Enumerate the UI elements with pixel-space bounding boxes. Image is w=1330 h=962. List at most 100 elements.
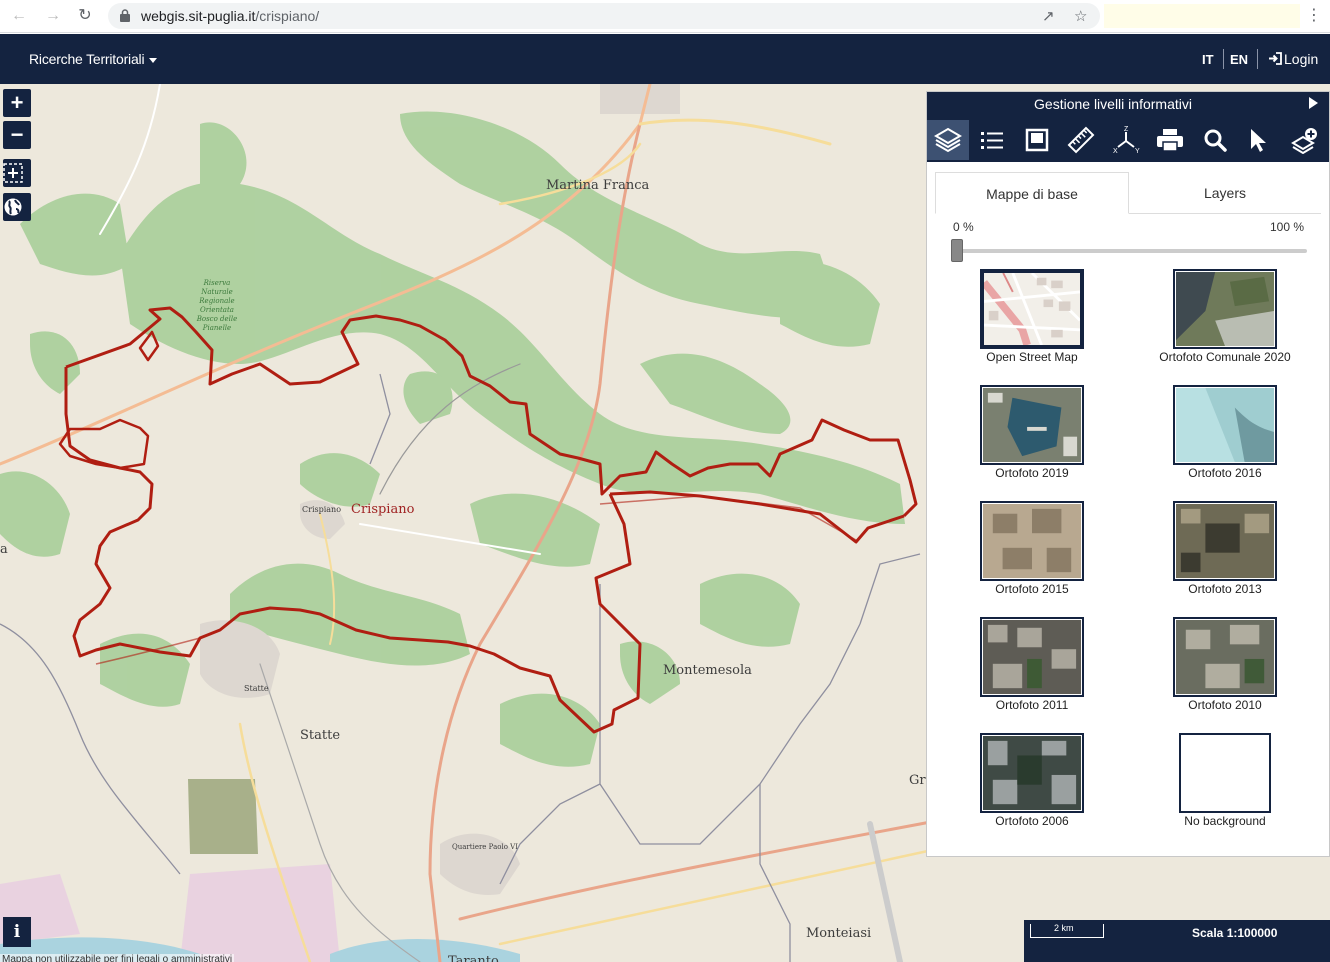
layers-tool-button[interactable] (927, 120, 969, 160)
browser-toolbar: ← → ↻ webgis.sit-puglia.it/crispiano/ ↗ … (0, 0, 1330, 33)
opacity-slider-track[interactable] (951, 249, 1307, 253)
extension-bar (1104, 4, 1300, 28)
svg-text:X: X (1113, 148, 1118, 155)
place-label: Statte (300, 728, 341, 743)
scale-bar-label: 2 km (1054, 923, 1074, 933)
info-button[interactable]: i (3, 917, 31, 947)
lang-it-link[interactable]: IT (1202, 52, 1214, 67)
basemap-option[interactable]: Ortofoto 2010 (1135, 617, 1315, 712)
basemap-thumbnail[interactable] (980, 617, 1084, 697)
basemap-option[interactable]: No background (1135, 733, 1315, 828)
zoom-box-icon (3, 163, 23, 183)
ortho-2016-thumbnail (1176, 388, 1274, 462)
pointer-icon (1251, 129, 1266, 152)
star-icon[interactable]: ☆ (1074, 7, 1087, 25)
opacity-slider-handle[interactable] (951, 239, 963, 262)
coordinates-tool-button[interactable]: Z X Y (1105, 120, 1147, 160)
basemap-thumbnail[interactable] (980, 385, 1084, 465)
place-label: Crispiano (351, 502, 415, 517)
layers-icon (934, 127, 962, 153)
url-text: webgis.sit-puglia.it/crispiano/ (141, 8, 320, 24)
zoom-in-button[interactable]: + (3, 89, 31, 117)
reload-icon[interactable]: ↻ (74, 6, 96, 26)
ortho-2019-thumbnail (983, 388, 1081, 462)
search-tool-button[interactable] (1194, 120, 1236, 160)
panel-tabs: Mappe di base Layers (935, 172, 1321, 214)
app-header: Ricerche Territoriali IT EN Login (0, 34, 1330, 84)
place-label: Gr (909, 773, 926, 788)
basemap-option[interactable]: Ortofoto 2011 (942, 617, 1122, 712)
basemap-label: Ortofoto 2015 (995, 582, 1069, 596)
collapse-panel-icon[interactable] (1309, 97, 1318, 109)
forward-arrow-icon[interactable]: → (42, 6, 64, 26)
zoom-box-button[interactable] (3, 159, 31, 187)
tab-base-maps[interactable]: Mappe di base (935, 172, 1129, 214)
basemap-thumbnail[interactable] (1173, 269, 1277, 349)
map-disclaimer: Mappa non utilizzabile per fini legali o… (0, 954, 235, 962)
axes-icon: Z X Y (1113, 126, 1140, 155)
basemap-thumbnail[interactable] (1173, 385, 1277, 465)
ortho-2006-thumbnail (983, 736, 1081, 810)
svg-text:Z: Z (1124, 126, 1129, 133)
nature-reserve-label: Riserva Naturale Regionale Orientata Bos… (196, 279, 238, 332)
address-bar[interactable]: webgis.sit-puglia.it/crispiano/ ↗ ☆ (108, 3, 1100, 29)
ortho-2020-thumbnail (1176, 272, 1274, 346)
osm-thumbnail (981, 271, 1082, 347)
share-icon[interactable]: ↗ (1042, 7, 1055, 25)
panel-title: Gestione livelli informativi (1034, 96, 1192, 112)
basemap-thumbnail[interactable] (980, 269, 1084, 349)
lock-icon (120, 9, 130, 22)
basemap-thumbnail[interactable] (980, 501, 1084, 581)
ortho-2015-thumbnail (983, 504, 1081, 578)
basemap-option[interactable]: Ortofoto 2019 (942, 385, 1122, 480)
basemap-thumbnail[interactable] (1179, 733, 1271, 813)
add-layer-icon (1291, 128, 1317, 154)
back-arrow-icon[interactable]: ← (8, 6, 30, 26)
basemap-label: Open Street Map (986, 350, 1078, 364)
scale-bar: 2 km Scala 1:100000 (1024, 920, 1330, 962)
tab-layers[interactable]: Layers (1129, 172, 1321, 214)
measure-tool-button[interactable] (1060, 120, 1102, 160)
browser-menu-icon[interactable]: ⋮ (1306, 5, 1322, 25)
basemap-option[interactable]: Ortofoto 2006 (942, 733, 1122, 828)
basemap-label: Ortofoto 2019 (995, 466, 1069, 480)
select-tool-button[interactable] (1237, 120, 1279, 160)
basemap-label: Ortofoto 2006 (995, 814, 1069, 828)
basemap-label: Ortofoto 2011 (995, 698, 1069, 712)
layer-management-panel: Gestione livelli informativi Z X Y Mappe… (926, 91, 1330, 857)
basemap-label: Ortofoto 2016 (1188, 466, 1262, 480)
basemap-thumbnail[interactable] (1173, 617, 1277, 697)
frame-icon (1025, 128, 1049, 152)
frame-tool-button[interactable] (1016, 120, 1058, 160)
globe-icon (4, 198, 22, 216)
opacity-min-label: 0 % (953, 220, 974, 234)
basemap-option[interactable]: Ortofoto 2015 (942, 501, 1122, 596)
basemap-thumbnail[interactable] (980, 733, 1084, 813)
search-menu-dropdown[interactable]: Ricerche Territoriali (29, 51, 158, 67)
basemap-option[interactable]: Ortofoto Comunale 2020 (1135, 269, 1315, 364)
ortho-2010-thumbnail (1176, 620, 1274, 694)
print-tool-button[interactable] (1149, 120, 1191, 160)
list-icon (981, 132, 1003, 149)
divider (1257, 49, 1258, 69)
full-extent-button[interactable] (3, 193, 31, 221)
place-label: Montemesola (663, 663, 752, 678)
legend-tool-button[interactable] (971, 120, 1013, 160)
place-label: a (0, 542, 8, 557)
opacity-max-label: 100 % (1270, 220, 1305, 234)
zoom-out-button[interactable]: − (3, 121, 31, 149)
place-label: Quartiere Paolo VI (452, 843, 518, 851)
basemap-thumbnail[interactable] (1173, 501, 1277, 581)
basemap-option[interactable]: Ortofoto 2016 (1135, 385, 1315, 480)
search-icon (1204, 129, 1227, 152)
place-label: Martina Franca (546, 178, 650, 193)
svg-text:Y: Y (1135, 148, 1140, 155)
add-layer-tool-button[interactable] (1283, 120, 1325, 160)
basemap-label: Ortofoto 2010 (1188, 698, 1262, 712)
login-link[interactable]: Login (1268, 51, 1318, 67)
basemap-option[interactable]: Ortofoto 2013 (1135, 501, 1315, 596)
panel-header: Gestione livelli informativi Z X Y (927, 92, 1329, 162)
basemap-option[interactable]: Open Street Map (942, 269, 1122, 364)
scale-text: Scala 1:100000 (1192, 926, 1278, 940)
lang-en-link[interactable]: EN (1230, 52, 1248, 67)
